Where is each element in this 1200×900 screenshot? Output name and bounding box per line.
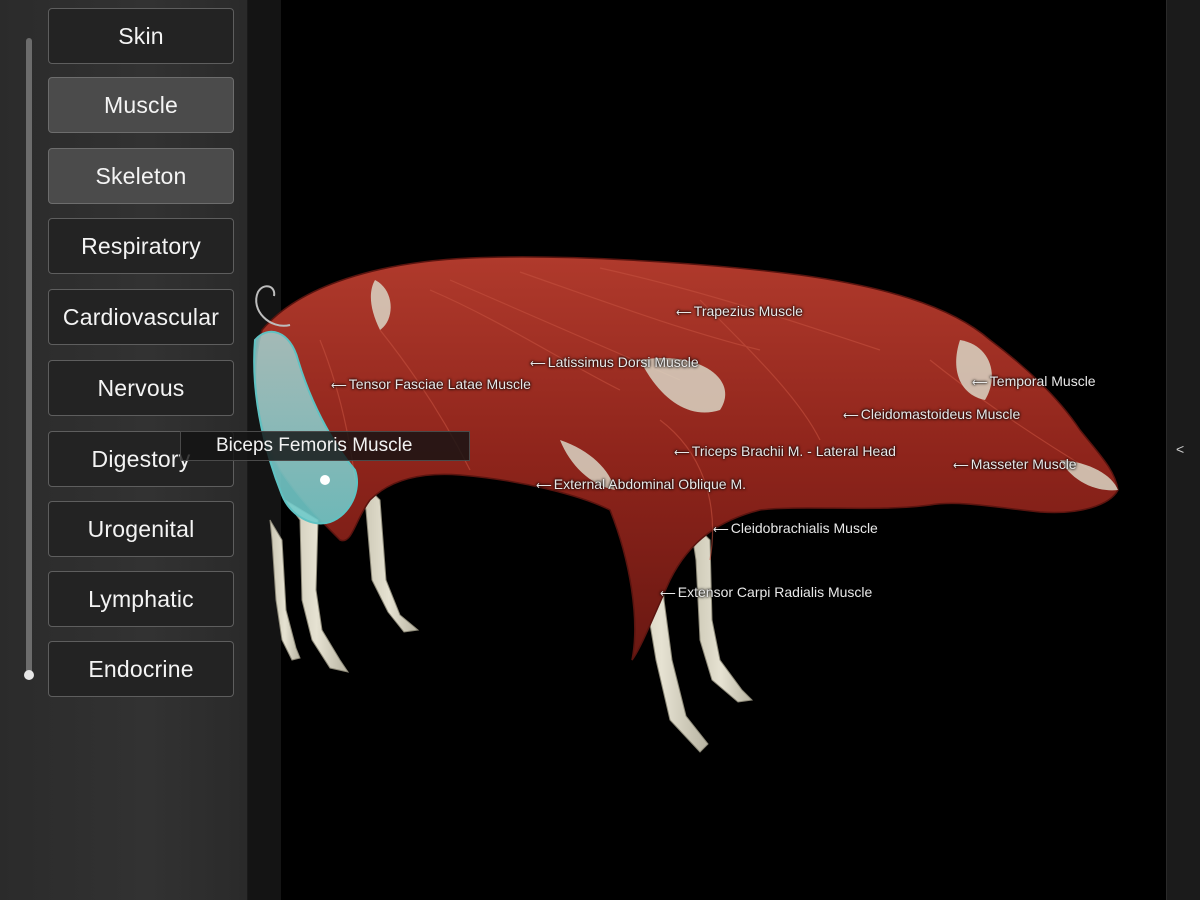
skeleton-button[interactable]: Skeleton: [48, 148, 234, 204]
pointer-icon: ⟵: [331, 380, 347, 392]
label-text: Masseter Muscle: [970, 456, 1077, 472]
skin-button[interactable]: Skin: [48, 8, 234, 64]
sidebar-scroll-thumb[interactable]: [24, 670, 34, 680]
endocrine-button[interactable]: Endocrine: [48, 641, 234, 697]
label-cleidobrachialis[interactable]: ⟵ Cleidobrachialis Muscle: [713, 520, 878, 536]
urogenital-button[interactable]: Urogenital: [48, 501, 234, 557]
pointer-icon: ⟵: [660, 588, 676, 600]
selected-structure-label[interactable]: Biceps Femoris Muscle: [180, 431, 470, 461]
pointer-icon: ⟵: [843, 410, 859, 422]
pointer-icon: ⟵: [972, 377, 988, 389]
pointer-icon: ⟵: [713, 524, 729, 536]
lymphatic-button[interactable]: Lymphatic: [48, 571, 234, 627]
nervous-button[interactable]: Nervous: [48, 360, 234, 416]
muscle-button[interactable]: Muscle: [48, 77, 234, 133]
label-text: Triceps Brachii M. - Lateral Head: [691, 443, 896, 459]
label-extensor-carpi-radialis[interactable]: ⟵ Extensor Carpi Radialis Muscle: [660, 584, 872, 600]
label-text: Tensor Fasciae Latae Muscle: [348, 376, 531, 392]
label-text: External Abdominal Oblique M.: [553, 476, 746, 492]
respiratory-button[interactable]: Respiratory: [48, 218, 234, 274]
label-text: Cleidomastoideus Muscle: [860, 406, 1021, 422]
chevron-left-icon[interactable]: <: [1176, 441, 1184, 457]
label-masseter[interactable]: ⟵ Masseter Muscle: [953, 456, 1077, 472]
label-latissimus-dorsi[interactable]: ⟵ Latissimus Dorsi Muscle: [530, 354, 699, 370]
pointer-icon: ⟵: [530, 358, 546, 370]
label-text: Temporal Muscle: [989, 373, 1096, 389]
label-text: Trapezius Muscle: [693, 303, 803, 319]
pointer-icon: ⟵: [674, 447, 690, 459]
label-temporal[interactable]: ⟵ Temporal Muscle: [972, 373, 1096, 389]
label-text: Cleidobrachialis Muscle: [730, 520, 878, 536]
label-text: Latissimus Dorsi Muscle: [547, 354, 699, 370]
pointer-icon: ⟵: [676, 307, 692, 319]
label-cleidomastoideus[interactable]: ⟵ Cleidomastoideus Muscle: [843, 406, 1020, 422]
sidebar-scroll-track[interactable]: [26, 38, 32, 674]
label-triceps-brachii[interactable]: ⟵ Triceps Brachii M. - Lateral Head: [674, 443, 896, 459]
cardiovascular-button[interactable]: Cardiovascular: [48, 289, 234, 345]
pointer-icon: ⟵: [536, 480, 552, 492]
label-tensor-fasciae-latae[interactable]: ⟵ Tensor Fasciae Latae Muscle: [331, 376, 531, 392]
label-external-abdominal-oblique[interactable]: ⟵ External Abdominal Oblique M.: [536, 476, 746, 492]
pointer-icon: ⟵: [953, 460, 969, 472]
label-text: Extensor Carpi Radialis Muscle: [677, 584, 873, 600]
label-trapezius[interactable]: ⟵ Trapezius Muscle: [676, 303, 803, 319]
